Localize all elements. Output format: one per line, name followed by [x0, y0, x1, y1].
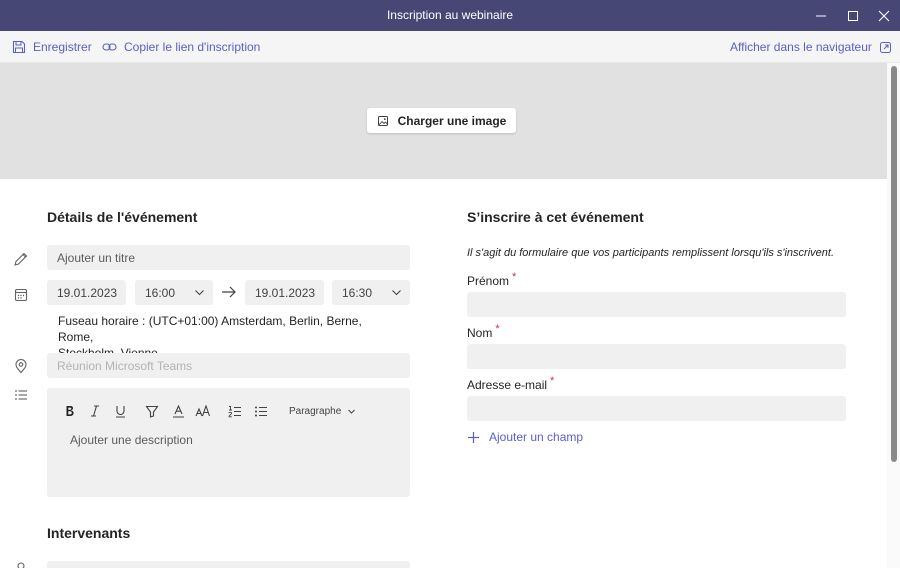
open-external-icon	[879, 41, 891, 53]
scrollbar[interactable]	[887, 63, 900, 568]
upload-image-button[interactable]: Charger une image	[367, 108, 516, 133]
window-title: Inscription au webinaire	[386, 8, 514, 22]
save-icon	[12, 40, 26, 54]
required-marker: *	[550, 375, 555, 387]
upload-image-label: Charger une image	[397, 113, 507, 128]
italic-button[interactable]	[89, 404, 101, 418]
bullet-list-button[interactable]	[254, 404, 268, 418]
scrollbar-thumb[interactable]	[891, 66, 897, 462]
font-size-button[interactable]	[195, 404, 211, 418]
last-name-label: Nom *	[467, 323, 500, 340]
chevron-down-icon	[392, 290, 401, 296]
start-time-dropdown[interactable]: 16:00	[135, 280, 213, 305]
calendar-icon	[12, 286, 30, 304]
save-label: Enregistrer	[33, 40, 92, 54]
maximize-icon	[848, 10, 858, 21]
event-details-heading: Détails de l'événement	[47, 209, 198, 225]
highlighter-icon	[145, 405, 159, 418]
end-date-field[interactable]: 19.01.2023	[245, 280, 324, 305]
save-button[interactable]: Enregistrer	[12, 31, 92, 63]
image-icon	[377, 115, 388, 126]
plus-icon	[468, 431, 479, 443]
close-button[interactable]	[868, 0, 900, 31]
arrow-right-icon	[221, 285, 237, 304]
registration-heading: S’inscrire à cet événement	[467, 209, 644, 225]
location-input[interactable]: Réunion Microsoft Teams	[47, 353, 410, 378]
chevron-down-icon	[348, 409, 356, 414]
bold-icon	[66, 406, 74, 416]
end-time-value: 16:30	[342, 285, 373, 300]
highlight-button[interactable]	[145, 404, 159, 418]
timezone-line-1: Fuseau horaire : (UTC+01:00) Amsterdam, …	[58, 314, 362, 344]
toolbar: Enregistrer Copier le lien d'inscription…	[0, 31, 900, 63]
font-size-icon	[195, 405, 211, 417]
person-icon	[12, 561, 30, 568]
speaker-input[interactable]	[47, 561, 410, 568]
numbered-list-button[interactable]	[228, 404, 242, 418]
underline-icon	[115, 405, 125, 418]
registration-intro-text: Il s'agit du formulaire que vos particip…	[467, 247, 835, 259]
link-icon	[102, 43, 117, 51]
banner-image-area: Charger une image	[0, 63, 887, 179]
pencil-icon	[12, 250, 30, 268]
email-input[interactable]	[467, 396, 846, 421]
italic-icon	[91, 405, 99, 417]
last-name-input[interactable]	[467, 344, 846, 369]
underline-button[interactable]	[114, 404, 126, 418]
chevron-down-icon	[195, 290, 204, 296]
last-name-label-text: Nom	[467, 326, 493, 340]
font-color-button[interactable]	[171, 404, 185, 418]
open-in-browser-button[interactable]: Afficher dans le navigateur	[730, 31, 892, 63]
add-field-label: Ajouter un champ	[489, 430, 584, 444]
copy-link-button[interactable]: Copier le lien d'inscription	[102, 31, 260, 63]
list-icon	[12, 386, 30, 404]
email-label-text: Adresse e-mail	[467, 378, 548, 392]
email-label: Adresse e-mail *	[467, 375, 555, 392]
first-name-label: Prénom *	[467, 271, 517, 288]
description-editor[interactable]: Paragraphe Ajouter une description	[47, 388, 410, 497]
paragraph-style-dropdown[interactable]: Paragraphe	[289, 404, 356, 418]
open-browser-label: Afficher dans le navigateur	[730, 40, 872, 54]
end-time-dropdown[interactable]: 16:30	[332, 280, 410, 305]
font-color-icon	[172, 404, 184, 418]
first-name-input[interactable]	[467, 292, 846, 317]
bold-button[interactable]	[64, 404, 76, 418]
bullet-list-icon	[255, 406, 267, 416]
start-time-value: 16:00	[145, 285, 176, 300]
add-field-button[interactable]: Ajouter un champ	[467, 430, 583, 444]
first-name-label-text: Prénom	[467, 274, 510, 288]
title-input[interactable]: Ajouter un titre	[47, 245, 410, 270]
paragraph-style-label: Paragraphe	[289, 405, 342, 417]
location-pin-icon	[12, 357, 30, 375]
minimize-button[interactable]	[805, 0, 837, 31]
copy-link-label: Copier le lien d'inscription	[124, 40, 261, 54]
minimize-icon	[816, 15, 826, 16]
close-icon	[878, 10, 890, 21]
required-marker: *	[512, 271, 517, 283]
title-bar: Inscription au webinaire	[0, 0, 900, 31]
speakers-heading: Intervenants	[47, 525, 131, 541]
start-date-field[interactable]: 19.01.2023	[47, 280, 126, 305]
numbered-list-icon	[228, 405, 241, 417]
maximize-button[interactable]	[837, 0, 869, 31]
required-marker: *	[495, 323, 500, 335]
description-placeholder: Ajouter une description	[70, 433, 193, 447]
